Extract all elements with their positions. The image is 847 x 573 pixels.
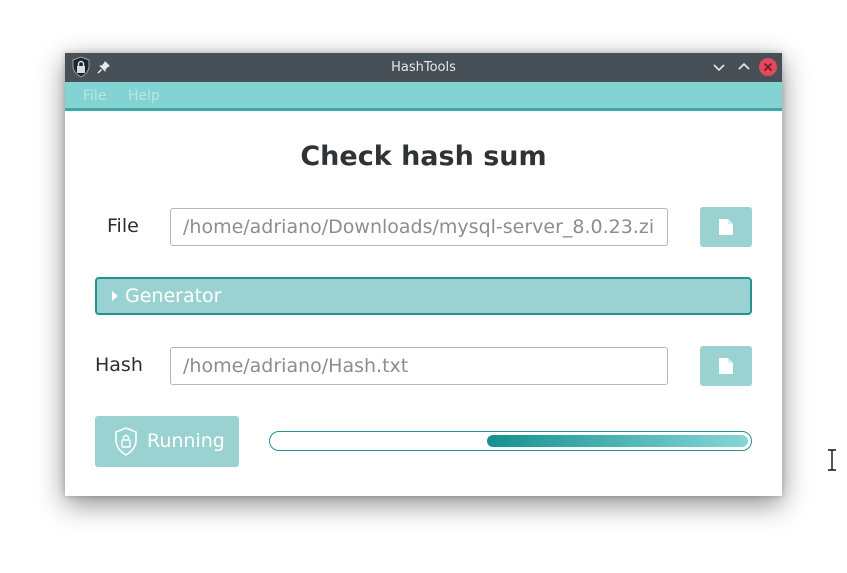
hash-label: Hash [95,354,143,376]
file-label: File [107,215,139,237]
browse-hash-button[interactable] [700,346,752,386]
minimize-button[interactable] [710,58,728,76]
file-path-input[interactable] [170,208,668,246]
progress-bar [269,431,752,451]
app-window: HashTools File Help Check hash sum File [65,53,782,496]
menu-help[interactable]: Help [128,82,160,108]
generator-label: Generator [125,285,222,307]
close-button[interactable] [759,58,777,76]
generator-expander[interactable]: Generator [95,277,752,315]
title-bar[interactable]: HashTools [65,53,782,82]
progress-chunk [486,435,748,447]
triangle-right-icon [112,291,118,301]
run-button[interactable]: Running [95,416,239,467]
window-title: HashTools [391,60,456,75]
browse-file-button[interactable] [700,207,752,247]
document-icon [719,358,733,374]
menu-file[interactable]: File [83,82,106,108]
desktop: HashTools File Help Check hash sum File [0,0,847,573]
close-icon [763,62,773,72]
menu-bar: File Help [65,82,782,111]
document-icon [719,219,733,235]
shield-lock-icon [115,427,137,456]
run-button-label: Running [147,430,225,452]
hash-path-input[interactable] [170,347,668,385]
text-cursor-icon [828,449,836,471]
page-title: Check hash sum [300,141,547,172]
maximize-button[interactable] [735,58,753,76]
